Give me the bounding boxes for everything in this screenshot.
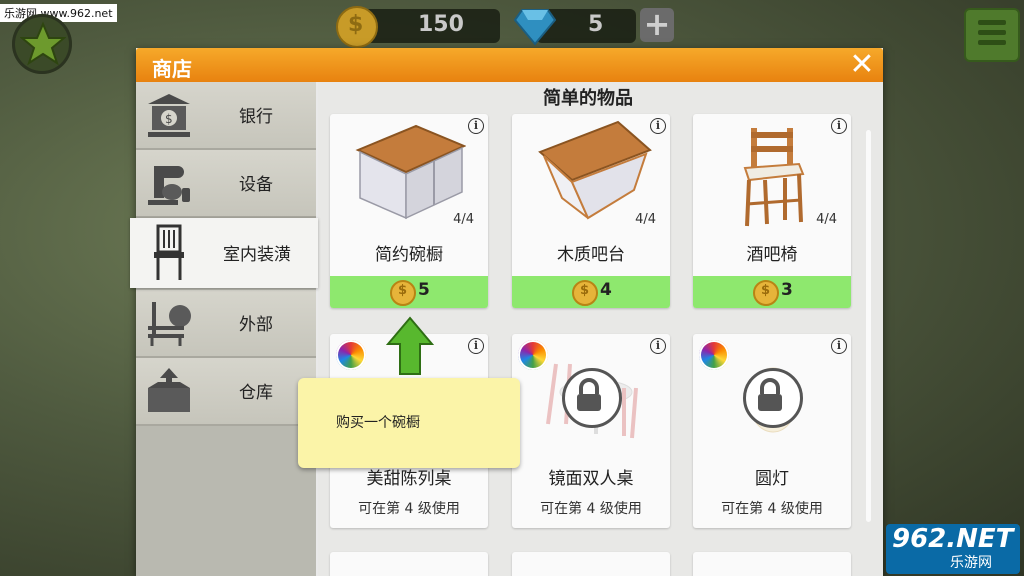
mixer-icon [148,166,190,205]
sidebar-item-exterior[interactable]: 外部 [136,290,316,358]
svg-text:$: $ [165,112,173,126]
section-title: 简单的物品 [543,88,633,109]
shop-sidebar: $ 银行 设备 室内装潢 外部 仓库 [130,82,318,576]
price-value: 4 [600,280,612,300]
gem-icon [514,9,556,46]
coin-value: 150 [418,12,464,37]
box-icon [148,368,190,412]
sidebar-item-interior[interactable]: 室内装潢 [130,218,318,288]
item-card-round-lamp[interactable]: i 圆灯 可在第 4 级使用 [693,334,851,528]
bank-icon: $ [148,94,190,137]
item-card-mirror-table[interactable]: i 镜面双人桌 可在第 4 级使用 [512,334,670,528]
lock-icon [562,368,622,428]
logo-subtext: 乐游网 [950,555,992,571]
buy-button[interactable]: $ 3 [693,276,851,308]
shop-window: 商店 ✕ $ 银行 设备 室内装潢 外部 仓库 简单的物品 i 4/4 简约碗橱… [130,48,883,576]
coin-icon: $ [336,6,378,48]
item-name: 镜面双人桌 [548,469,634,489]
add-gems-button[interactable]: + [640,8,674,42]
star-button[interactable] [12,14,72,74]
price-value: 5 [418,280,430,300]
stock-count: 4/4 [635,212,656,227]
chair-icon [154,224,184,280]
logo-text: 962.NET [892,524,1014,554]
stock-count: 4/4 [816,212,837,227]
sidebar-item-label: 设备 [239,175,273,195]
tooltip-text: 购买一个碗橱 [336,415,420,431]
coin-icon: $ [390,280,416,306]
menu-button[interactable] [964,8,1020,62]
bar-counter-art [538,120,652,220]
tutorial-arrow-icon [386,316,434,375]
gem-value: 5 [588,12,604,37]
cabinet-art [355,124,466,220]
info-icon[interactable]: i [468,118,484,134]
coin-icon: $ [753,280,779,306]
scrollbar[interactable] [866,130,871,522]
menu-icon [978,20,1006,25]
tutorial-tooltip: 购买一个碗橱 [298,378,520,468]
item-card-bar-counter[interactable]: i 4/4 木质吧台 $ 4 [512,114,670,308]
stock-count: 4/4 [453,212,474,227]
buy-button[interactable]: $ 5 [330,276,488,308]
shop-title: 商店 [152,57,192,81]
info-icon[interactable]: i [831,338,847,354]
info-icon[interactable]: i [831,118,847,134]
level-requirement: 可在第 4 级使用 [358,501,460,517]
sidebar-item-storage[interactable]: 仓库 [136,358,316,426]
buy-button[interactable]: $ 4 [512,276,670,308]
info-icon[interactable]: i [650,118,666,134]
level-requirement: 可在第 4 级使用 [721,501,823,517]
color-wheel-icon [336,340,366,370]
color-wheel-icon [699,340,729,370]
item-name: 圆灯 [755,469,789,489]
info-icon[interactable]: i [650,338,666,354]
price-value: 3 [781,280,793,300]
coin-icon: $ [572,280,598,306]
item-card-cabinet[interactable]: i 4/4 简约碗橱 $ 5 [330,114,488,308]
close-button[interactable]: ✕ [847,50,877,80]
shop-header: 商店 ✕ [136,48,883,82]
item-name: 木质吧台 [557,245,625,265]
sidebar-item-bank[interactable]: $ 银行 [136,82,316,150]
star-icon [20,21,66,66]
bench-icon [148,302,191,346]
level-requirement: 可在第 4 级使用 [540,501,642,517]
item-card-next-2[interactable] [512,552,670,576]
item-card-bar-stool[interactable]: i 4/4 酒吧椅 $ 3 [693,114,851,308]
item-name: 简约碗橱 [375,245,443,265]
sidebar-item-label: 室内装潢 [223,245,291,265]
lock-icon [743,368,803,428]
item-card-next-1[interactable] [330,552,488,576]
sidebar-item-equipment[interactable]: 设备 [136,150,316,218]
sidebar-item-label: 银行 [239,107,273,127]
sidebar-item-label: 外部 [239,315,273,335]
item-card-next-3[interactable] [693,552,851,576]
item-name: 酒吧椅 [746,245,798,265]
bar-stool-art [743,128,805,227]
site-logo: 962.NET 乐游网 [886,524,1020,574]
info-icon[interactable]: i [468,338,484,354]
